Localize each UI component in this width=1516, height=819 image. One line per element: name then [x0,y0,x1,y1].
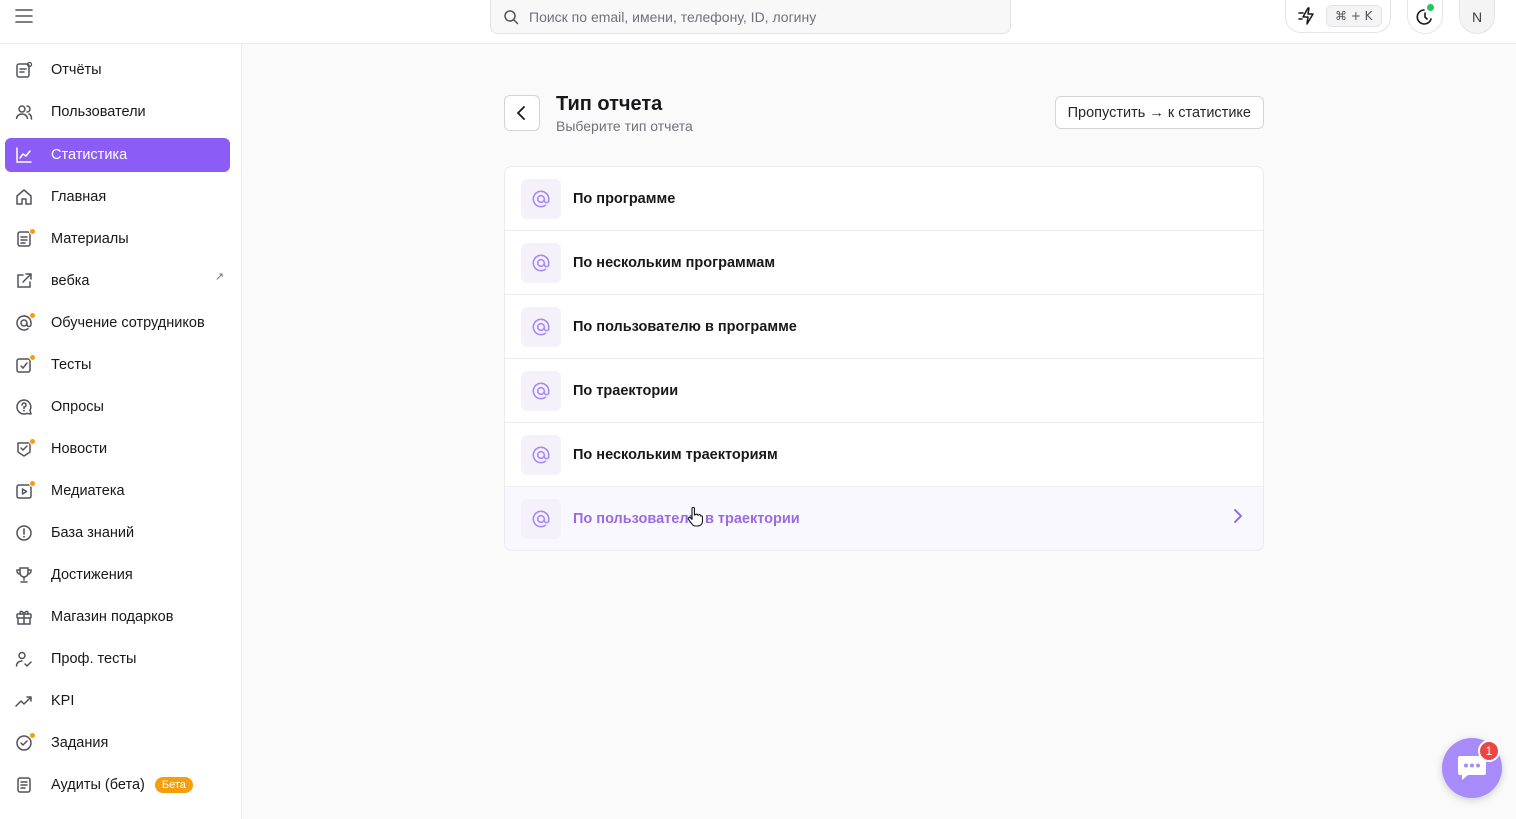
sidebar-item-users[interactable]: Пользователи [5,95,230,129]
sidebar-item-prof-tests[interactable]: Проф. тесты [5,642,230,676]
trophy-icon [13,564,35,586]
sidebar-item-kpi[interactable]: KPI [5,684,230,718]
sidebar-item-label: Статистика [51,147,128,163]
page-title: Тип отчета [556,93,663,115]
list-item[interactable]: По пользователю в траектории [505,487,1263,550]
report-icon [13,59,35,81]
user-check-icon [13,648,35,670]
sidebar-item-media[interactable]: Медиатека [5,474,230,508]
list-item[interactable]: По программе [505,167,1263,231]
sidebar-item-achievements[interactable]: Достижения [5,558,230,592]
list-item-label: По пользователю в программе [573,318,797,335]
sidebar-item-label: Задания [51,735,109,751]
sidebar-item-label: Материалы [51,231,129,247]
at-icon [521,242,561,283]
sidebar-item-label: Отчёты [51,62,102,78]
list-item[interactable]: По пользователю в программе [505,295,1263,359]
report-type-list: По программе По нескольким программам По… [504,166,1264,551]
sidebar-item-webka[interactable]: вебка ↗ [5,264,230,298]
sidebar-item-statistics[interactable]: Статистика [5,138,230,172]
menu-icon[interactable] [12,6,36,26]
sidebar-item-label: Новости [51,441,108,457]
sidebar-item-label: База знаний [51,525,135,541]
at-icon [13,312,36,334]
sidebar-item-label: KPI [51,693,75,709]
news-icon [13,438,36,460]
sidebar-item-gift-shop[interactable]: Магазин подарков [5,600,230,634]
document-icon [13,228,36,250]
list-item-label: По программе [573,190,676,207]
unread-count-badge: 1 [1478,740,1500,762]
theme-toggle-button[interactable] [1407,0,1443,34]
sidebar-item-label: Пользователи [51,104,146,120]
list-item[interactable]: По нескольким траекториям [505,423,1263,487]
test-icon [13,354,36,376]
command-palette-button[interactable]: ⌘ + K [1285,0,1391,33]
sidebar-item-home[interactable]: Главная [5,180,230,214]
search-icon [504,9,519,24]
question-icon [13,396,35,418]
chevron-left-icon [517,106,525,120]
sidebar-item-label: вебка [51,273,90,289]
chart-line-icon [13,144,35,166]
page-subtitle: Выберите тип отчета [556,118,693,134]
search-box[interactable] [490,0,1011,34]
task-icon [13,732,36,754]
media-icon [13,480,36,502]
list-item-label: По траектории [573,382,679,399]
gift-icon [13,606,35,628]
sidebar-item-training[interactable]: Обучение сотрудников [5,306,230,340]
avatar[interactable]: N [1459,0,1495,34]
at-icon [521,499,561,539]
sidebar-item-materials[interactable]: Материалы [5,222,230,256]
sidebar-item-label: Аудиты (бета) [51,777,145,793]
sidebar-item-surveys[interactable]: Опросы [5,390,230,424]
at-icon [521,306,561,347]
page-header: Тип отчета Выберите тип отчета Пропустит… [504,92,1264,142]
search-input[interactable] [529,8,999,25]
sidebar-item-label: Достижения [51,567,133,583]
sidebar-item-news[interactable]: Новости [5,432,230,466]
status-dot [1427,4,1434,11]
sidebar-item-label: Проф. тесты [51,651,137,667]
sidebar-item-reports[interactable]: Отчёты [5,53,230,87]
audit-icon [13,774,35,796]
at-icon [521,434,561,475]
external-arrow-icon: ↗ [214,271,224,283]
list-item[interactable]: По траектории [505,359,1263,423]
sidebar: Отчёты Пользователи Статистика Главная М… [0,44,242,819]
shortcut-hint: ⌘ + K [1326,5,1382,27]
beta-badge: Бета [154,777,193,793]
users-icon [13,101,35,123]
at-icon [521,370,561,411]
sidebar-item-label: Опросы [51,399,104,415]
at-icon [521,178,561,219]
sidebar-item-label: Медиатека [51,483,125,499]
sidebar-item-label: Главная [51,189,107,205]
sidebar-item-label: Обучение сотрудников [51,315,205,331]
back-button[interactable] [504,95,540,131]
trend-icon [13,690,35,712]
top-bar: ⌘ + K N [0,0,1516,44]
sidebar-item-label: Магазин подарков [51,609,174,625]
sidebar-item-audits[interactable]: Аудиты (бета) Бета [5,768,230,802]
list-item-label: По нескольким траекториям [573,446,778,463]
list-item[interactable]: По нескольким программам [505,231,1263,295]
sidebar-item-tests[interactable]: Тесты [5,348,230,382]
sidebar-item-tasks[interactable]: Задания [5,726,230,760]
sidebar-item-knowledge-base[interactable]: База знаний [5,516,230,550]
skip-to-statistics-button[interactable]: Пропустить → к статистике [1054,96,1264,129]
chevron-right-icon [1234,509,1242,523]
hand-cursor-icon [687,507,703,527]
external-link-icon [13,270,35,292]
list-item-label: По нескольким программам [573,254,776,271]
lightning-icon [1298,7,1314,25]
sidebar-item-label: Тесты [51,357,92,373]
home-icon [13,186,35,208]
info-icon [13,522,35,544]
